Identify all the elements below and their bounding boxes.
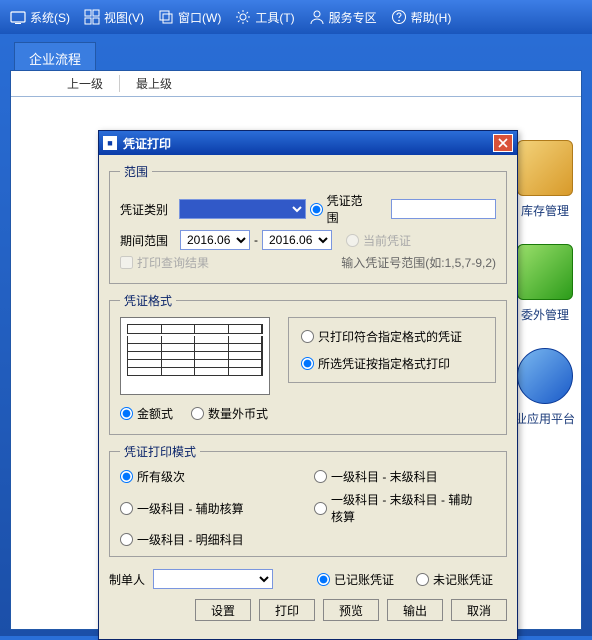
dialog-titlebar[interactable]: ■ 凭证打印 xyxy=(99,131,517,155)
category-select[interactable] xyxy=(179,199,306,219)
period-label: 期间范围 xyxy=(120,232,176,249)
menu-system[interactable]: 系统(S) xyxy=(4,5,76,30)
print-query-checkbox: 打印查询结果 xyxy=(120,254,209,271)
only-match-radio[interactable]: 只打印符合指定格式的凭证 xyxy=(301,328,469,345)
menu-window-label: 窗口(W) xyxy=(178,9,221,26)
close-button[interactable] xyxy=(493,134,513,152)
amount-radio[interactable]: 金额式 xyxy=(120,405,173,422)
period-to-select[interactable]: 2016.06 xyxy=(262,230,332,250)
range-hint: 输入凭证号范围(如:1,5,7-9,2) xyxy=(341,254,496,271)
breadcrumb: 上一级 最上级 xyxy=(11,71,581,97)
shortcut-app[interactable]: 业应用平台 xyxy=(515,339,575,427)
settings-button[interactable]: 设置 xyxy=(195,599,251,621)
menu-system-label: 系统(S) xyxy=(30,9,70,26)
voucher-range-radio[interactable]: 凭证范围 xyxy=(310,192,373,226)
mode-lvl1-aux-radio[interactable]: 一级科目 - 辅助核算 xyxy=(120,491,288,525)
print-button[interactable]: 打印 xyxy=(259,599,315,621)
mode-all-radio[interactable]: 所有级次 xyxy=(120,468,288,485)
shortcut-inventory[interactable]: 库存管理 xyxy=(515,131,575,219)
output-button[interactable]: 输出 xyxy=(387,599,443,621)
mode-lvl1-leaf-aux-radio[interactable]: 一级科目 - 末级科目 - 辅助核算 xyxy=(314,491,482,525)
maker-label: 制单人 xyxy=(109,571,145,588)
category-label: 凭证类别 xyxy=(120,201,175,218)
preview-button[interactable]: 预览 xyxy=(323,599,379,621)
shortcut-outside-label: 委外管理 xyxy=(521,306,569,323)
menubar: 系统(S) 视图(V) 窗口(W) 工具(T) 服务专区 帮助(H) xyxy=(0,0,592,34)
current-voucher-radio: 当前凭证 xyxy=(346,232,411,249)
menu-service[interactable]: 服务专区 xyxy=(303,5,383,30)
mode-lvl1-detail-radio[interactable]: 一级科目 - 明细科目 xyxy=(120,531,288,548)
scope-group: 范围 凭证类别 凭证范围 期间范围 2016.06 - 2016.06 当前凭证… xyxy=(109,163,507,284)
menu-help-label: 帮助(H) xyxy=(411,9,452,26)
menu-help[interactable]: 帮助(H) xyxy=(385,5,458,30)
shortcut-app-label: 业应用平台 xyxy=(515,410,575,427)
breadcrumb-top[interactable]: 最上级 xyxy=(119,75,188,92)
posted-radio[interactable]: 已记账凭证 xyxy=(317,571,394,588)
scope-legend: 范围 xyxy=(120,163,152,180)
menu-service-label: 服务专区 xyxy=(329,9,377,26)
tabbar: 企业流程 xyxy=(0,34,592,70)
unposted-radio[interactable]: 未记账凭证 xyxy=(416,571,493,588)
arrow-right-icon xyxy=(517,244,573,300)
voucher-print-dialog: ■ 凭证打印 范围 凭证类别 凭证范围 期间范围 2016.06 - 2016.… xyxy=(98,130,518,640)
shortcut-outside[interactable]: 委外管理 xyxy=(515,235,575,323)
menu-tools-label: 工具(T) xyxy=(255,9,294,26)
bg-shortcuts: 库存管理 委外管理 业应用平台 xyxy=(515,131,575,427)
by-format-radio[interactable]: 所选凭证按指定格式打印 xyxy=(301,355,469,372)
globe-icon xyxy=(517,348,573,404)
qtyfx-radio[interactable]: 数量外币式 xyxy=(191,405,268,422)
cancel-button[interactable]: 取消 xyxy=(451,599,507,621)
menu-window[interactable]: 窗口(W) xyxy=(152,5,227,30)
dialog-icon: ■ xyxy=(103,136,117,150)
tab-main[interactable]: 企业流程 xyxy=(14,42,96,70)
voucher-range-input[interactable] xyxy=(391,199,496,219)
dialog-title: 凭证打印 xyxy=(123,135,171,152)
house-icon xyxy=(517,140,573,196)
mode-legend: 凭证打印模式 xyxy=(120,443,200,460)
maker-select[interactable] xyxy=(153,569,273,589)
format-group: 凭证格式 只打印符合指定格式的凭证 所选凭证按指定格式打印 xyxy=(109,292,507,435)
format-legend: 凭证格式 xyxy=(120,292,176,309)
mode-lvl1-leaf-radio[interactable]: 一级科目 - 末级科目 xyxy=(314,468,482,485)
format-preview xyxy=(120,317,270,395)
shortcut-inventory-label: 库存管理 xyxy=(521,202,569,219)
menu-tools[interactable]: 工具(T) xyxy=(229,5,300,30)
period-from-select[interactable]: 2016.06 xyxy=(180,230,250,250)
breadcrumb-up[interactable]: 上一级 xyxy=(51,75,119,92)
mode-group: 凭证打印模式 所有级次 一级科目 - 末级科目 一级科目 - 辅助核算 一级科目… xyxy=(109,443,507,557)
menu-view[interactable]: 视图(V) xyxy=(78,5,150,30)
menu-view-label: 视图(V) xyxy=(104,9,144,26)
